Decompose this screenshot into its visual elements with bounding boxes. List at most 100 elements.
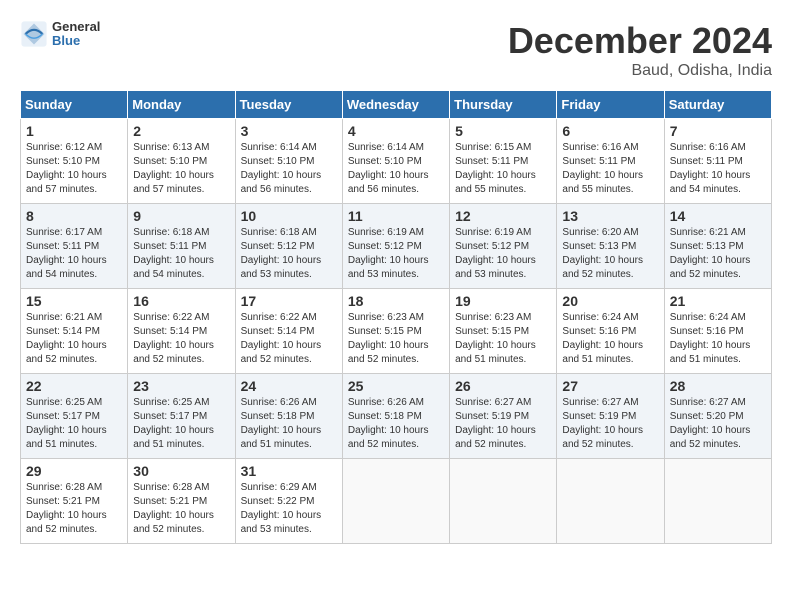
calendar-cell: 13 Sunrise: 6:20 AMSunset: 5:13 PMDaylig… — [557, 204, 664, 289]
day-number: 7 — [670, 123, 766, 139]
day-detail: Sunrise: 6:21 AMSunset: 5:13 PMDaylight:… — [670, 227, 751, 280]
day-number: 14 — [670, 208, 766, 224]
day-number: 9 — [133, 208, 229, 224]
day-detail: Sunrise: 6:28 AMSunset: 5:21 PMDaylight:… — [26, 482, 107, 535]
day-number: 21 — [670, 293, 766, 309]
day-number: 19 — [455, 293, 551, 309]
day-detail: Sunrise: 6:23 AMSunset: 5:15 PMDaylight:… — [455, 312, 536, 365]
day-detail: Sunrise: 6:22 AMSunset: 5:14 PMDaylight:… — [241, 312, 322, 365]
day-number: 10 — [241, 208, 337, 224]
calendar-week-row: 1 Sunrise: 6:12 AMSunset: 5:10 PMDayligh… — [21, 119, 772, 204]
day-detail: Sunrise: 6:14 AMSunset: 5:10 PMDaylight:… — [241, 142, 322, 195]
day-detail: Sunrise: 6:27 AMSunset: 5:19 PMDaylight:… — [562, 397, 643, 450]
day-number: 30 — [133, 463, 229, 479]
weekday-header-tuesday: Tuesday — [235, 91, 342, 119]
calendar-cell: 30 Sunrise: 6:28 AMSunset: 5:21 PMDaylig… — [128, 459, 235, 544]
logo-icon — [20, 20, 48, 48]
day-number: 22 — [26, 378, 122, 394]
calendar-cell: 31 Sunrise: 6:29 AMSunset: 5:22 PMDaylig… — [235, 459, 342, 544]
calendar-cell: 26 Sunrise: 6:27 AMSunset: 5:19 PMDaylig… — [450, 374, 557, 459]
day-detail: Sunrise: 6:24 AMSunset: 5:16 PMDaylight:… — [670, 312, 751, 365]
day-detail: Sunrise: 6:26 AMSunset: 5:18 PMDaylight:… — [241, 397, 322, 450]
weekday-header-sunday: Sunday — [21, 91, 128, 119]
day-number: 23 — [133, 378, 229, 394]
day-number: 1 — [26, 123, 122, 139]
day-detail: Sunrise: 6:27 AMSunset: 5:20 PMDaylight:… — [670, 397, 751, 450]
calendar-cell — [664, 459, 771, 544]
calendar-cell: 18 Sunrise: 6:23 AMSunset: 5:15 PMDaylig… — [342, 289, 449, 374]
calendar-cell: 9 Sunrise: 6:18 AMSunset: 5:11 PMDayligh… — [128, 204, 235, 289]
weekday-header-friday: Friday — [557, 91, 664, 119]
calendar-cell: 3 Sunrise: 6:14 AMSunset: 5:10 PMDayligh… — [235, 119, 342, 204]
calendar-cell: 7 Sunrise: 6:16 AMSunset: 5:11 PMDayligh… — [664, 119, 771, 204]
day-number: 15 — [26, 293, 122, 309]
day-detail: Sunrise: 6:29 AMSunset: 5:22 PMDaylight:… — [241, 482, 322, 535]
calendar-cell — [557, 459, 664, 544]
location-title: Baud, Odisha, India — [508, 62, 772, 80]
day-number: 29 — [26, 463, 122, 479]
calendar-table: SundayMondayTuesdayWednesdayThursdayFrid… — [20, 90, 772, 544]
weekday-header-wednesday: Wednesday — [342, 91, 449, 119]
calendar-cell: 29 Sunrise: 6:28 AMSunset: 5:21 PMDaylig… — [21, 459, 128, 544]
calendar-week-row: 29 Sunrise: 6:28 AMSunset: 5:21 PMDaylig… — [21, 459, 772, 544]
day-detail: Sunrise: 6:16 AMSunset: 5:11 PMDaylight:… — [670, 142, 751, 195]
day-detail: Sunrise: 6:20 AMSunset: 5:13 PMDaylight:… — [562, 227, 643, 280]
calendar-cell: 11 Sunrise: 6:19 AMSunset: 5:12 PMDaylig… — [342, 204, 449, 289]
day-number: 11 — [348, 208, 444, 224]
calendar-cell: 15 Sunrise: 6:21 AMSunset: 5:14 PMDaylig… — [21, 289, 128, 374]
calendar-cell: 23 Sunrise: 6:25 AMSunset: 5:17 PMDaylig… — [128, 374, 235, 459]
day-detail: Sunrise: 6:24 AMSunset: 5:16 PMDaylight:… — [562, 312, 643, 365]
calendar-cell: 6 Sunrise: 6:16 AMSunset: 5:11 PMDayligh… — [557, 119, 664, 204]
calendar-cell: 10 Sunrise: 6:18 AMSunset: 5:12 PMDaylig… — [235, 204, 342, 289]
day-detail: Sunrise: 6:26 AMSunset: 5:18 PMDaylight:… — [348, 397, 429, 450]
day-detail: Sunrise: 6:25 AMSunset: 5:17 PMDaylight:… — [133, 397, 214, 450]
day-number: 25 — [348, 378, 444, 394]
calendar-cell: 24 Sunrise: 6:26 AMSunset: 5:18 PMDaylig… — [235, 374, 342, 459]
calendar-week-row: 15 Sunrise: 6:21 AMSunset: 5:14 PMDaylig… — [21, 289, 772, 374]
calendar-cell — [450, 459, 557, 544]
calendar-cell: 14 Sunrise: 6:21 AMSunset: 5:13 PMDaylig… — [664, 204, 771, 289]
calendar-cell: 17 Sunrise: 6:22 AMSunset: 5:14 PMDaylig… — [235, 289, 342, 374]
page-header: General Blue December 2024 Baud, Odisha,… — [20, 20, 772, 80]
day-detail: Sunrise: 6:19 AMSunset: 5:12 PMDaylight:… — [455, 227, 536, 280]
day-number: 16 — [133, 293, 229, 309]
day-number: 3 — [241, 123, 337, 139]
day-detail: Sunrise: 6:22 AMSunset: 5:14 PMDaylight:… — [133, 312, 214, 365]
day-detail: Sunrise: 6:17 AMSunset: 5:11 PMDaylight:… — [26, 227, 107, 280]
calendar-cell: 8 Sunrise: 6:17 AMSunset: 5:11 PMDayligh… — [21, 204, 128, 289]
calendar-cell: 21 Sunrise: 6:24 AMSunset: 5:16 PMDaylig… — [664, 289, 771, 374]
day-detail: Sunrise: 6:25 AMSunset: 5:17 PMDaylight:… — [26, 397, 107, 450]
calendar-cell: 2 Sunrise: 6:13 AMSunset: 5:10 PMDayligh… — [128, 119, 235, 204]
day-detail: Sunrise: 6:23 AMSunset: 5:15 PMDaylight:… — [348, 312, 429, 365]
logo-text: General Blue — [52, 20, 100, 49]
calendar-cell: 16 Sunrise: 6:22 AMSunset: 5:14 PMDaylig… — [128, 289, 235, 374]
day-number: 4 — [348, 123, 444, 139]
day-number: 12 — [455, 208, 551, 224]
calendar-cell: 27 Sunrise: 6:27 AMSunset: 5:19 PMDaylig… — [557, 374, 664, 459]
calendar-week-row: 22 Sunrise: 6:25 AMSunset: 5:17 PMDaylig… — [21, 374, 772, 459]
day-detail: Sunrise: 6:28 AMSunset: 5:21 PMDaylight:… — [133, 482, 214, 535]
calendar-cell: 28 Sunrise: 6:27 AMSunset: 5:20 PMDaylig… — [664, 374, 771, 459]
weekday-header-thursday: Thursday — [450, 91, 557, 119]
day-number: 2 — [133, 123, 229, 139]
calendar-cell: 20 Sunrise: 6:24 AMSunset: 5:16 PMDaylig… — [557, 289, 664, 374]
day-detail: Sunrise: 6:14 AMSunset: 5:10 PMDaylight:… — [348, 142, 429, 195]
day-number: 24 — [241, 378, 337, 394]
weekday-header-saturday: Saturday — [664, 91, 771, 119]
day-number: 17 — [241, 293, 337, 309]
day-detail: Sunrise: 6:12 AMSunset: 5:10 PMDaylight:… — [26, 142, 107, 195]
day-number: 5 — [455, 123, 551, 139]
day-number: 31 — [241, 463, 337, 479]
day-detail: Sunrise: 6:13 AMSunset: 5:10 PMDaylight:… — [133, 142, 214, 195]
calendar-cell: 1 Sunrise: 6:12 AMSunset: 5:10 PMDayligh… — [21, 119, 128, 204]
calendar-cell: 25 Sunrise: 6:26 AMSunset: 5:18 PMDaylig… — [342, 374, 449, 459]
calendar-week-row: 8 Sunrise: 6:17 AMSunset: 5:11 PMDayligh… — [21, 204, 772, 289]
calendar-cell: 4 Sunrise: 6:14 AMSunset: 5:10 PMDayligh… — [342, 119, 449, 204]
title-area: December 2024 Baud, Odisha, India — [508, 20, 772, 80]
calendar-cell: 5 Sunrise: 6:15 AMSunset: 5:11 PMDayligh… — [450, 119, 557, 204]
day-detail: Sunrise: 6:18 AMSunset: 5:11 PMDaylight:… — [133, 227, 214, 280]
day-number: 18 — [348, 293, 444, 309]
day-number: 27 — [562, 378, 658, 394]
day-number: 26 — [455, 378, 551, 394]
day-detail: Sunrise: 6:21 AMSunset: 5:14 PMDaylight:… — [26, 312, 107, 365]
